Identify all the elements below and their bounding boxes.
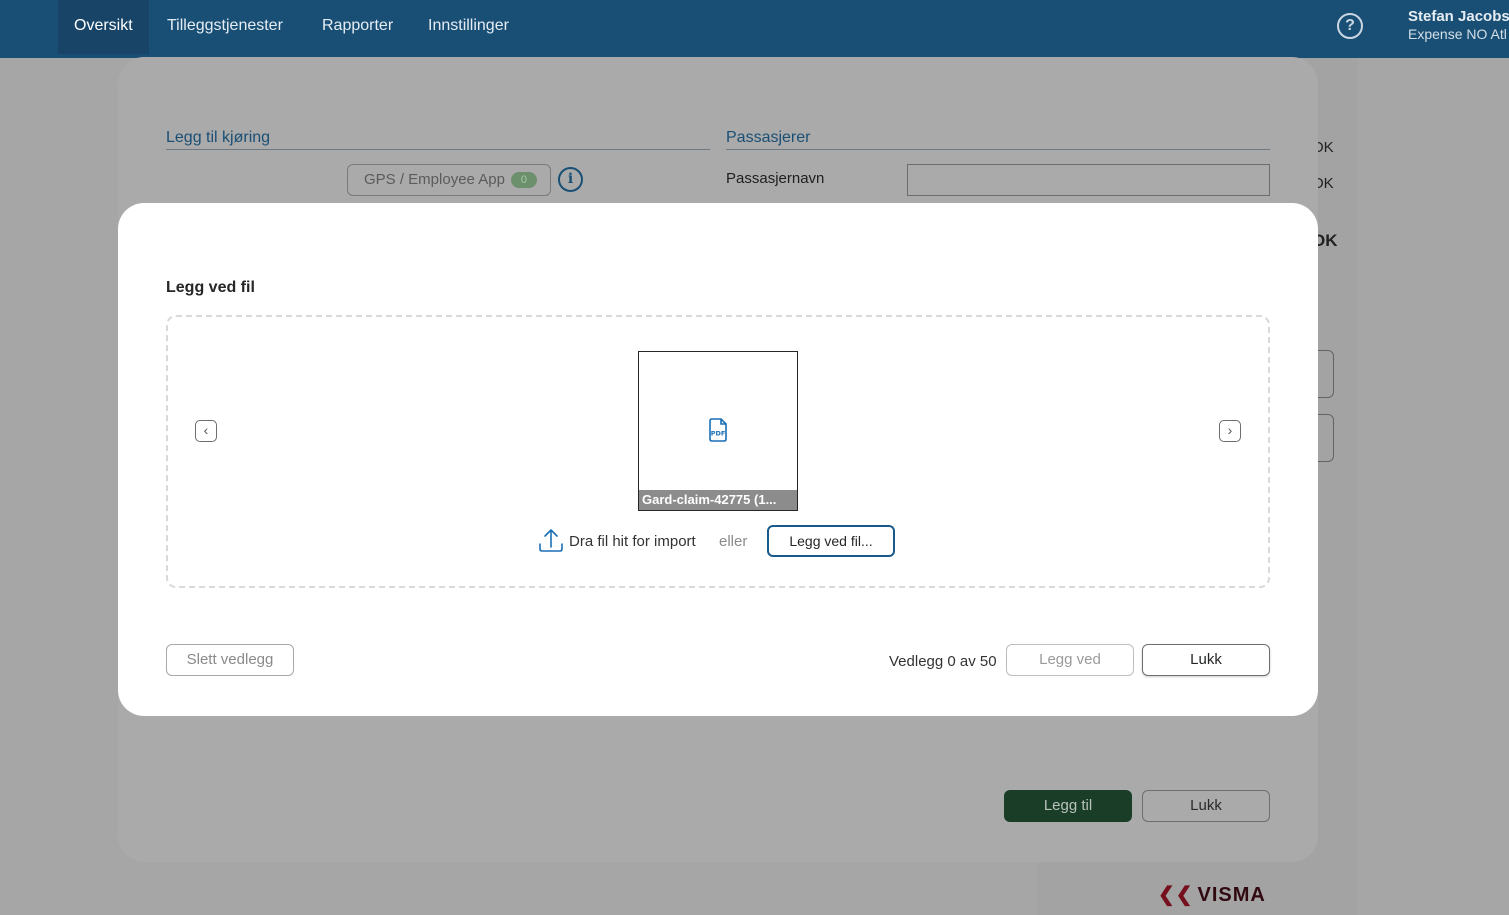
- attach-file-dialog: Legg ved fil ‹ › PDF Gard-claim-42775 (1…: [118, 203, 1318, 716]
- browse-file-button[interactable]: Legg ved fil...: [767, 525, 895, 557]
- gps-employee-app-button[interactable]: GPS / Employee App 0: [347, 164, 551, 196]
- gps-count-badge: 0: [510, 172, 538, 188]
- attach-button[interactable]: Legg ved: [1006, 644, 1134, 676]
- user-name[interactable]: Stefan Jacobs: [1408, 8, 1509, 25]
- dialog-title: Legg ved fil: [166, 279, 255, 296]
- close-trip-dialog-button[interactable]: Lukk: [1142, 790, 1270, 822]
- top-navigation: Oversikt Tilleggstjenester Rapporter Inn…: [0, 0, 1509, 58]
- tab-rapporter[interactable]: Rapporter: [306, 0, 409, 54]
- attachment-thumbnail[interactable]: PDF Gard-claim-42775 (1...: [638, 351, 798, 511]
- or-text: eller: [719, 533, 748, 550]
- add-trip-button[interactable]: Legg til: [1004, 790, 1132, 822]
- help-icon[interactable]: ?: [1337, 13, 1363, 39]
- attachment-file-name: Gard-claim-42775 (1...: [639, 490, 797, 510]
- user-company[interactable]: Expense NO Atl: [1408, 26, 1507, 42]
- close-attach-dialog-button[interactable]: Lukk: [1142, 644, 1270, 676]
- svg-text:PDF: PDF: [711, 430, 726, 438]
- gps-button-label: GPS / Employee App: [364, 171, 505, 188]
- info-icon[interactable]: i: [558, 167, 583, 192]
- attachment-count: Vedlegg 0 av 50: [889, 653, 997, 670]
- file-drop-zone[interactable]: ‹ › PDF Gard-claim-42775 (1... Dra fil h…: [166, 315, 1270, 588]
- chevron-left-icon[interactable]: ‹: [195, 420, 217, 442]
- pdf-icon: PDF: [709, 418, 727, 442]
- tab-oversikt[interactable]: Oversikt: [58, 0, 149, 54]
- tab-tilleggstjenester[interactable]: Tilleggstjenester: [151, 0, 299, 54]
- passenger-name-label: Passasjernavn: [726, 170, 825, 187]
- passengers-section-title: Passasjerer: [726, 129, 1270, 150]
- upload-icon: [539, 529, 563, 552]
- drag-file-text: Dra fil hit for import: [569, 533, 696, 550]
- delete-attachment-button[interactable]: Slett vedlegg: [166, 644, 294, 676]
- chevron-right-icon[interactable]: ›: [1219, 420, 1241, 442]
- upload-row: Dra fil hit for import eller Legg ved fi…: [538, 525, 918, 557]
- add-trip-section-title: Legg til kjøring: [166, 129, 710, 150]
- passenger-name-input[interactable]: [907, 164, 1270, 196]
- tab-innstillinger[interactable]: Innstillinger: [412, 0, 525, 54]
